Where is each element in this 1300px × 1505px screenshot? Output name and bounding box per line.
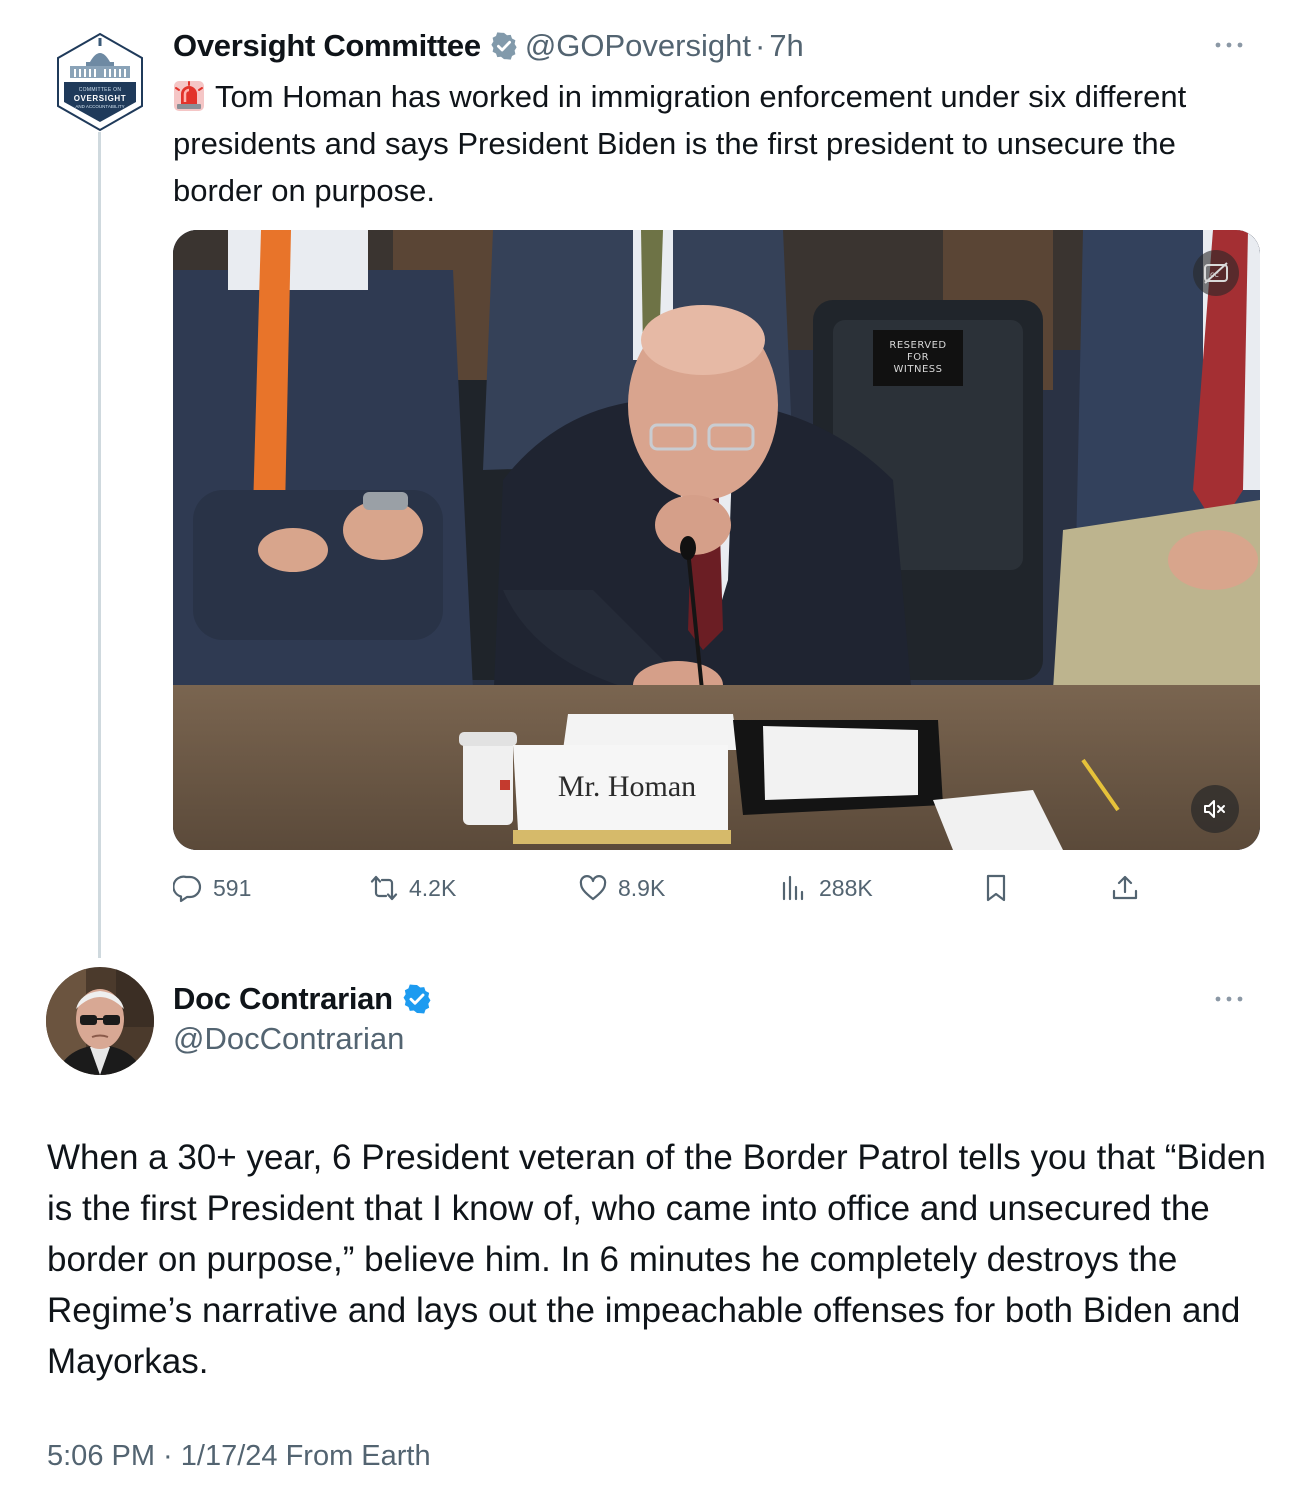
closed-captions-icon: cc [1204, 262, 1228, 284]
retweet-button[interactable]: 4.2K [369, 868, 456, 908]
thread-connector-line [98, 132, 101, 958]
header-separator: · [754, 28, 766, 63]
retweet-icon [370, 875, 398, 901]
mute-button[interactable] [1191, 785, 1239, 833]
sign-line-1: RESERVED [889, 340, 947, 351]
quoted-handle[interactable]: @GOPoversight [525, 28, 751, 64]
sign-line-3: WITNESS [893, 364, 943, 375]
quoted-display-name[interactable]: Oversight Committee [173, 28, 481, 64]
main-tweet-text: When a 30+ year, 6 President veteran of … [47, 1138, 1266, 1381]
more-options-icon[interactable] [1214, 40, 1244, 50]
quoted-tweet-header: Oversight Committee @GOPoversight · 7h [173, 24, 804, 68]
doc-contrarian-avatar[interactable] [46, 967, 154, 1075]
share-button[interactable] [1110, 868, 1150, 908]
view-count: 288K [819, 874, 873, 901]
main-tweet-header: Doc Contrarian [173, 977, 433, 1021]
like-count: 8.9K [618, 874, 666, 901]
closed-captions-button[interactable]: cc [1193, 250, 1239, 296]
blue-verified-badge-icon [403, 984, 431, 1014]
sign-line-2: FOR [906, 352, 930, 363]
reply-icon [173, 875, 202, 903]
main-display-name[interactable]: Doc Contrarian [173, 981, 393, 1017]
mute-icon [1204, 800, 1225, 818]
quoted-timestamp[interactable]: 7h [769, 28, 803, 64]
oversight-committee-avatar[interactable]: COMMITTEE ON OVERSIGHT AND ACCOUNTABILIT… [56, 32, 144, 132]
quoted-tweet-text: Tom Homan has worked in immigration enfo… [173, 73, 1263, 214]
like-button[interactable]: 8.9K [578, 868, 665, 908]
main-handle[interactable]: @DocContrarian [173, 1021, 404, 1057]
avatar-caption-line1: COMMITTEE ON [78, 87, 122, 93]
views-chart-icon [782, 875, 804, 901]
witness-nameplate: Mr. Homan [557, 770, 697, 803]
more-options-icon[interactable] [1214, 994, 1244, 1004]
siren-emoji-icon [174, 81, 204, 111]
heart-icon [579, 875, 607, 901]
bookmark-icon [986, 874, 1006, 902]
bookmark-button[interactable] [981, 868, 1021, 908]
retweet-count: 4.2K [409, 874, 457, 901]
quoted-tweet-body: Tom Homan has worked in immigration enfo… [173, 79, 1187, 208]
reply-button[interactable]: 591 [173, 868, 251, 908]
video-frame-scene [173, 230, 1260, 850]
video-player[interactable]: RESERVED FOR WITNESS Mr. Homan cc [173, 230, 1260, 850]
reserved-for-witness-sign: RESERVED FOR WITNESS [873, 330, 963, 386]
tweet-action-bar: 591 4.2K 8.9K 288K [173, 868, 1263, 908]
gray-verified-badge-icon [491, 32, 517, 60]
avatar-caption-line3: AND ACCOUNTABILITY [75, 104, 125, 109]
views-button[interactable]: 288K [779, 868, 873, 908]
avatar-caption-line2: OVERSIGHT [73, 94, 127, 103]
reply-count: 591 [213, 874, 252, 901]
share-icon [1112, 875, 1138, 900]
tweet-timestamp-source[interactable]: 5:06 PM · 1/17/24 From Earth [47, 1440, 431, 1473]
